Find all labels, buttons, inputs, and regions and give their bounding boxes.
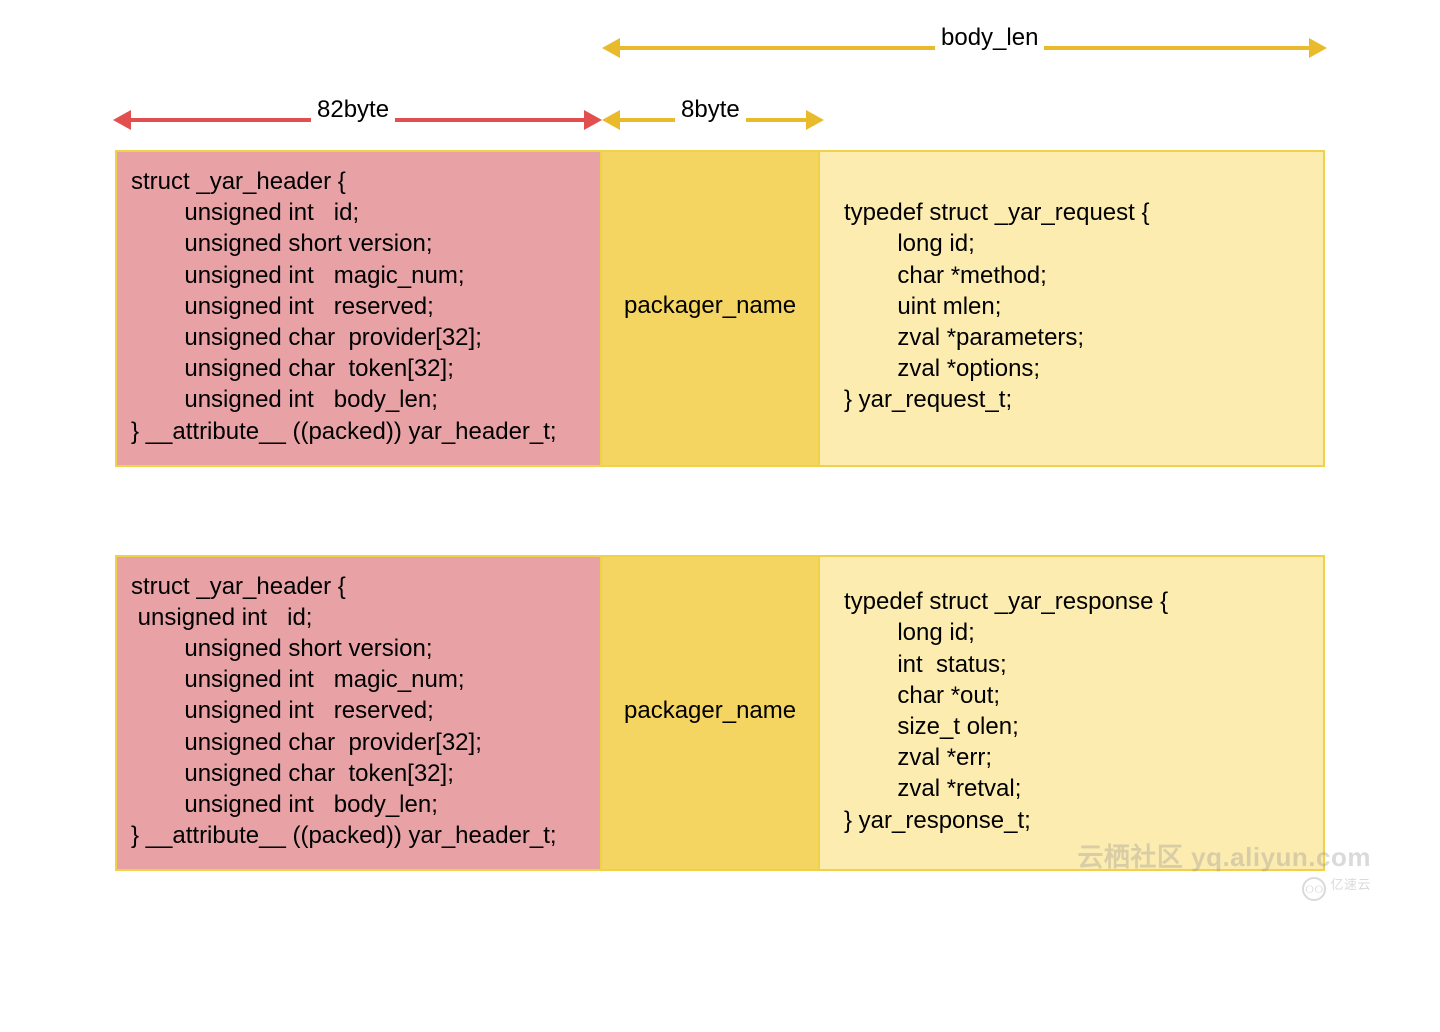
request-body-cell: typedef struct _yar_request { long id; c… xyxy=(820,152,1323,465)
response-header-cell: struct _yar_header { unsigned int id; un… xyxy=(117,557,602,870)
response-body-cell: typedef struct _yar_response { long id; … xyxy=(820,557,1323,870)
response-block: struct _yar_header { unsigned int id; un… xyxy=(115,555,1325,872)
diagram-root: body_len 82byte 8byte struct _yar_header… xyxy=(115,28,1325,871)
request-body-code: typedef struct _yar_request { long id; c… xyxy=(844,197,1309,415)
request-packager-label: packager_name xyxy=(624,292,796,320)
request-packager-cell: packager_name xyxy=(602,152,820,465)
gap xyxy=(115,467,1325,545)
response-packager-label: packager_name xyxy=(624,697,796,725)
request-header-code: struct _yar_header { unsigned int id; un… xyxy=(131,166,586,447)
request-header-cell: struct _yar_header { unsigned int id; un… xyxy=(117,152,602,465)
arrow-82byte-label: 82byte xyxy=(311,96,395,124)
arrow-row-sizes: 82byte 8byte xyxy=(115,100,1325,140)
response-header-code: struct _yar_header { unsigned int id; un… xyxy=(131,571,586,852)
arrow-row-bodylen: body_len xyxy=(115,28,1325,68)
watermark-logo-icon: ୦୦ xyxy=(1302,877,1326,901)
response-body-code: typedef struct _yar_response { long id; … xyxy=(844,586,1309,836)
response-packager-cell: packager_name xyxy=(602,557,820,870)
arrow-bodylen-label: body_len xyxy=(935,24,1044,52)
arrow-8byte-label: 8byte xyxy=(675,96,746,124)
watermark-line2: 亿速云 xyxy=(1330,877,1371,892)
request-block: struct _yar_header { unsigned int id; un… xyxy=(115,150,1325,467)
